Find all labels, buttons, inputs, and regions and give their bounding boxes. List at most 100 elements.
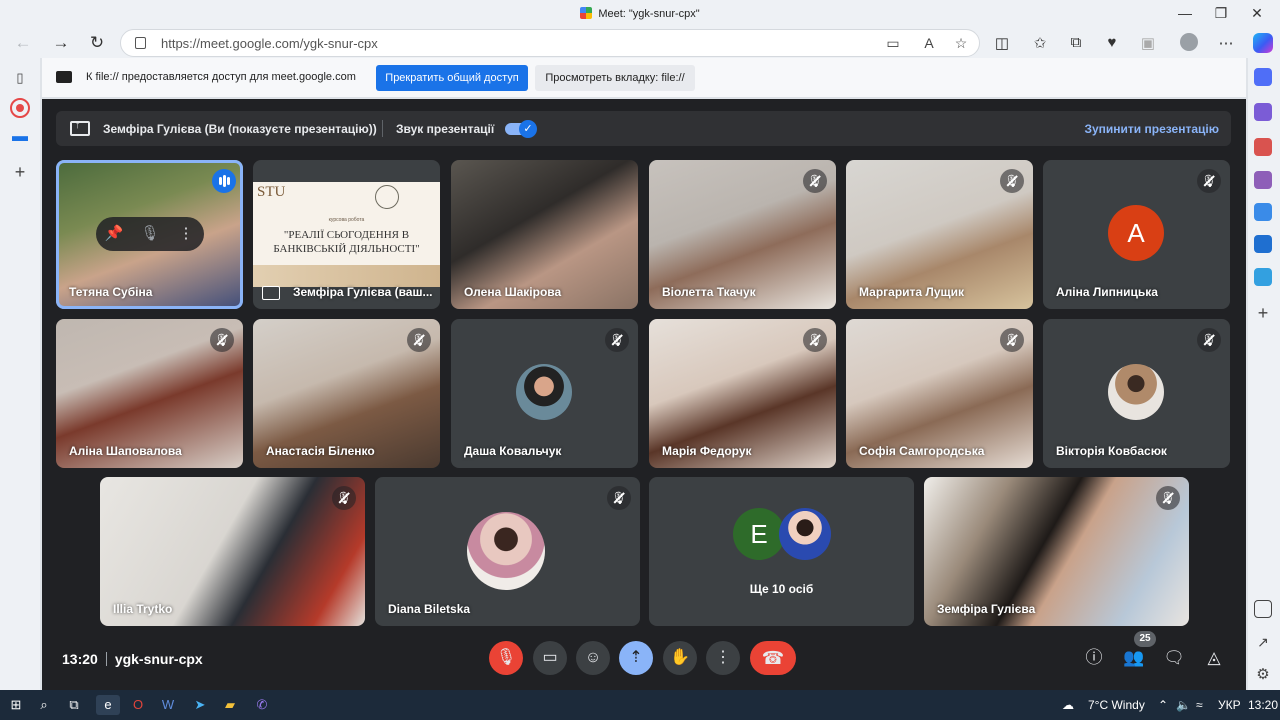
activities-icon: ◬ <box>1207 648 1221 667</box>
muted-mic-icon: 🎙 <box>332 486 356 510</box>
participant-tile[interactable]: 🎙 Аліна Шаповалова <box>56 319 243 468</box>
vertical-tabs-icon[interactable]: ▬ <box>10 128 30 148</box>
close-window-button[interactable]: ✕ <box>1242 5 1272 22</box>
pin-icon[interactable]: 📌 <box>104 224 124 242</box>
participant-tile[interactable]: 🎙 Марія Федорук <box>649 319 836 468</box>
settings-menu-icon[interactable]: ⋯ <box>1214 34 1238 52</box>
participant-name: Земфіра Гулієва (ваш... <box>293 285 433 299</box>
games-icon[interactable] <box>1254 171 1272 189</box>
edge-app-icon[interactable]: e <box>96 695 120 715</box>
new-tab-icon[interactable]: + <box>10 162 30 182</box>
participant-tile[interactable]: 🎙 Даша Ковальчук <box>451 319 638 468</box>
task-view-icon[interactable]: ⧉ <box>64 695 84 715</box>
copilot-icon[interactable] <box>1253 33 1273 53</box>
tools-icon[interactable] <box>1254 138 1272 156</box>
presentation-tile[interactable]: STU курсова робота "РЕАЛІЇ СЬОГОДЕННЯ В … <box>253 160 440 309</box>
more-options-icon[interactable]: ⋮ <box>176 224 196 242</box>
people-button[interactable]: 👥 <box>1122 646 1146 670</box>
search-icon[interactable]: ⌕ <box>34 695 54 715</box>
stop-sharing-button[interactable]: Прекратить общий доступ <box>376 65 528 91</box>
raise-hand-button[interactable]: ✋ <box>663 641 697 675</box>
meeting-info: 13:20 ygk-snur-cpx <box>62 651 203 667</box>
viber-app-icon[interactable]: ✆ <box>252 695 272 715</box>
search-icon[interactable] <box>1254 68 1272 86</box>
camera-toggle-button[interactable]: ▭ <box>533 641 567 675</box>
mute-participant-icon[interactable]: 🎙 <box>140 224 160 242</box>
participant-tile[interactable]: 🎙 Віолетта Ткачук <box>649 160 836 309</box>
back-button[interactable]: ← <box>12 33 34 55</box>
split-screen-icon[interactable]: ◫ <box>990 34 1014 52</box>
participant-photo-avatar <box>779 508 831 560</box>
favorites-icon[interactable]: ✩ <box>1028 34 1052 52</box>
presentation-audio-toggle[interactable]: ✓ <box>505 120 537 138</box>
participant-tile[interactable]: 🎙 Маргарита Лущик <box>846 160 1033 309</box>
participant-name: Марія Федорук <box>662 444 752 458</box>
telegram-app-icon[interactable]: ➤ <box>190 695 210 715</box>
participant-tile[interactable]: Олена Шакірова <box>451 160 638 309</box>
participant-tile[interactable]: 🎙 Вікторія Ковбасюк <box>1043 319 1230 468</box>
slide-logo: STU <box>257 184 286 200</box>
participant-tile[interactable]: 🎙 A Аліна Липницька <box>1043 160 1230 309</box>
participant-tile[interactable]: 🎙 Земфіра Гулієва <box>924 477 1189 626</box>
leave-call-button[interactable]: ☎ <box>750 641 796 675</box>
more-options-button[interactable]: ⋮ <box>706 641 740 675</box>
taskbar-clock[interactable]: 13:20 <box>1248 698 1278 712</box>
muted-mic-icon: 🎙 <box>1000 328 1024 352</box>
participant-tile[interactable]: 🎙 Софія Самгородська <box>846 319 1033 468</box>
present-now-button[interactable]: ⇡ <box>619 641 653 675</box>
more-participants-tile[interactable]: E Ще 10 осіб <box>649 477 914 626</box>
file-explorer-icon[interactable]: ▰ <box>220 695 240 715</box>
forward-button[interactable]: → <box>50 33 72 55</box>
wifi-icon[interactable]: ≈ <box>1196 698 1203 712</box>
meeting-details-button[interactable]: ⓘ <box>1082 646 1106 670</box>
outlook-icon[interactable] <box>1254 235 1272 253</box>
maximize-button[interactable]: ❐ <box>1206 5 1236 22</box>
minimize-button[interactable]: — <box>1170 5 1200 21</box>
favorite-star-icon[interactable]: ☆ <box>951 35 971 52</box>
participant-name: Тетяна Субіна <box>69 285 153 299</box>
start-windows-icon[interactable]: ⊞ <box>6 695 26 715</box>
muted-mic-icon: 🎙 <box>1156 486 1180 510</box>
participant-name: Аліна Липницька <box>1056 285 1158 299</box>
profile-avatar[interactable] <box>1180 33 1198 51</box>
address-bar[interactable]: https://meet.google.com/ygk-snur-cpx ▭ A… <box>120 29 980 57</box>
sidebar-settings-icon[interactable]: ⚙ <box>1254 665 1272 683</box>
chat-button[interactable]: 🗨 <box>1162 646 1186 670</box>
word-app-icon[interactable]: W <box>158 695 178 715</box>
collections-icon[interactable]: ⧉ <box>1064 34 1088 51</box>
weather-text[interactable]: 7°C Windy <box>1088 698 1145 712</box>
read-aloud-icon[interactable]: A <box>919 35 939 51</box>
view-tab-button[interactable]: Просмотреть вкладку: file:// <box>535 65 695 91</box>
share-message: К file:// предоставляется доступ для mee… <box>86 71 356 83</box>
microphone-toggle-button[interactable]: 🎙 <box>489 641 523 675</box>
reload-button[interactable]: ↻ <box>86 33 108 55</box>
muted-mic-icon: 🎙 <box>210 328 234 352</box>
meet-stage: Земфіра Гулієва (Ви (показуєте презентац… <box>42 99 1246 690</box>
open-external-icon[interactable]: ↗ <box>1254 634 1272 652</box>
screen-share-icon <box>56 71 72 83</box>
participant-tile[interactable]: 📌 🎙 ⋮ Тетяна Субіна <box>56 160 243 309</box>
reactions-button[interactable]: ☺ <box>576 641 610 675</box>
opera-app-icon[interactable]: O <box>128 695 148 715</box>
tab-actions-icon[interactable]: ▯ <box>10 70 30 90</box>
microsoft365-icon[interactable] <box>1254 203 1272 221</box>
drop-icon[interactable] <box>1254 268 1272 286</box>
shopping-icon[interactable] <box>1254 103 1272 121</box>
sidebar-toggle-icon[interactable] <box>1254 600 1272 618</box>
activities-button[interactable]: ◬ <box>1202 646 1226 670</box>
extensions-icon[interactable]: ▣ <box>1136 34 1160 52</box>
record-icon[interactable] <box>10 98 30 118</box>
muted-mic-icon: 🎙 <box>803 169 827 193</box>
participant-tile[interactable]: 🎙 Diana Biletska <box>375 477 640 626</box>
add-sidebar-icon[interactable]: + <box>1254 304 1272 322</box>
camera-in-use-icon[interactable]: ▭ <box>883 35 903 52</box>
meeting-code: ygk-snur-cpx <box>114 651 203 667</box>
stop-presenting-button[interactable]: Зупинити презентацію <box>1084 122 1219 136</box>
tray-chevron-icon[interactable]: ⌃ <box>1158 698 1168 712</box>
chat-icon: 🗨 <box>1163 648 1185 667</box>
volume-icon[interactable]: 🔈 <box>1176 698 1191 712</box>
browser-essentials-icon[interactable]: ♥ <box>1100 34 1124 51</box>
language-indicator[interactable]: УКР <box>1218 698 1241 712</box>
participant-tile[interactable]: 🎙 Анастасія Біленко <box>253 319 440 468</box>
participant-tile[interactable]: 🎙 Illia Trytko <box>100 477 365 626</box>
